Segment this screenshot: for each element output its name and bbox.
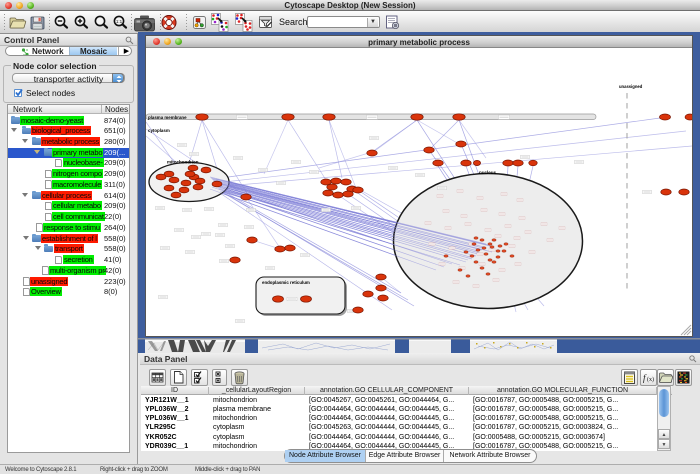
svg-text:mitochondrion: mitochondrion bbox=[167, 160, 199, 165]
svg-text:unassigned: unassigned bbox=[619, 84, 643, 89]
svg-text:1:1: 1:1 bbox=[116, 19, 123, 24]
svg-text:(x): (x) bbox=[647, 376, 654, 383]
svg-text:plasma membrane: plasma membrane bbox=[148, 115, 187, 120]
svg-text:endoplasmic reticulum: endoplasmic reticulum bbox=[262, 280, 310, 285]
svg-text:nucleus: nucleus bbox=[479, 170, 497, 175]
svg-text:cytoplasm: cytoplasm bbox=[148, 128, 170, 133]
